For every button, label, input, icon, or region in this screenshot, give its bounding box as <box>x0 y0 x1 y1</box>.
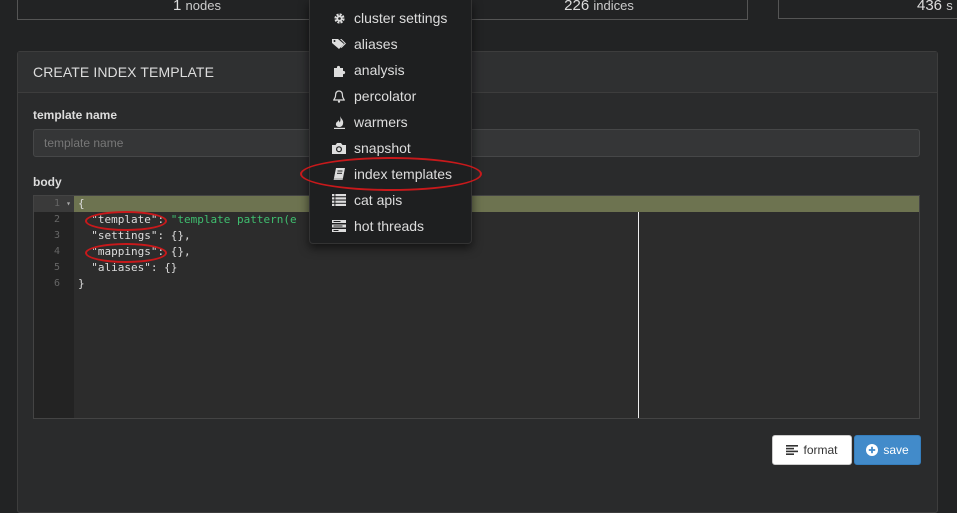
save-button-label: save <box>883 443 909 457</box>
code-line: "aliases": {} <box>78 261 178 274</box>
panel-title: CREATE INDEX TEMPLATE <box>18 52 937 93</box>
line-number: 2 <box>53 214 60 225</box>
code-line: "template": "template pattern(e <box>91 213 297 226</box>
tags-icon <box>332 38 346 50</box>
menu-item-aliases[interactable]: aliases <box>310 31 471 57</box>
tasks-icon <box>332 220 346 232</box>
list-icon <box>332 194 346 206</box>
puzzle-icon <box>332 64 346 77</box>
mappings-key: "mappings" <box>91 245 158 258</box>
indices-label: indices <box>593 0 634 13</box>
editor-code[interactable]: { "template": "template pattern(e "setti… <box>74 196 919 418</box>
body-label: body <box>33 175 62 189</box>
template-key: "template" <box>91 213 158 226</box>
editor-gutter: 1 ▾ 2 3 4 5 6 <box>34 196 74 418</box>
format-button-label: format <box>803 443 838 457</box>
gear-icon <box>332 12 346 25</box>
nodes-label: nodes <box>185 0 221 13</box>
align-left-icon <box>786 445 799 455</box>
menu-item-analysis[interactable]: analysis <box>310 57 471 83</box>
book-icon <box>332 167 346 181</box>
indices-stat: 226 indices <box>450 0 748 20</box>
body-editor[interactable]: 1 ▾ 2 3 4 5 6 { "template": "template pat… <box>33 195 920 419</box>
line-number: 6 <box>53 278 60 289</box>
template-value: "template pattern(e <box>170 213 297 226</box>
save-button[interactable]: save <box>854 435 921 465</box>
shards-count: 436 <box>917 0 943 14</box>
menu-item-cat-apis[interactable]: cat apis <box>310 187 471 213</box>
code-line: "settings": {}, <box>78 229 191 242</box>
bell-icon <box>332 89 346 103</box>
code-line: "mappings": {}, <box>91 245 191 258</box>
menu-item-percolator[interactable]: percolator <box>310 83 471 109</box>
plus-circle-icon <box>866 444 879 456</box>
menu-item-hot-threads[interactable]: hot threads <box>310 213 471 239</box>
line-number: 3 <box>53 230 60 241</box>
more-dropdown-menu: cluster settings aliases analysis percol… <box>309 0 472 244</box>
menu-item-cluster-settings[interactable]: cluster settings <box>310 5 471 31</box>
nodes-count: 1 <box>173 0 182 14</box>
menu-item-warmers[interactable]: warmers <box>310 109 471 135</box>
fire-icon <box>332 115 346 129</box>
menu-item-snapshot[interactable]: snapshot <box>310 135 471 161</box>
camera-icon <box>332 142 346 154</box>
shards-label: s <box>946 0 953 13</box>
line-number: 5 <box>53 262 60 273</box>
shards-stat: 436 s <box>778 0 957 19</box>
code-line: { <box>74 196 919 212</box>
format-button[interactable]: format <box>772 435 852 465</box>
menu-item-index-templates[interactable]: index templates <box>310 161 471 187</box>
create-index-template-panel: CREATE INDEX TEMPLATE template name body… <box>17 51 938 513</box>
indices-count: 226 <box>564 0 590 14</box>
line-number: 1 ▾ <box>34 196 74 212</box>
template-name-label: template name <box>33 108 118 122</box>
code-line: } <box>78 277 85 290</box>
line-number: 4 <box>53 246 60 257</box>
fold-arrow-icon[interactable]: ▾ <box>66 196 71 212</box>
template-name-input[interactable] <box>33 129 920 157</box>
print-margin-line <box>638 212 639 418</box>
